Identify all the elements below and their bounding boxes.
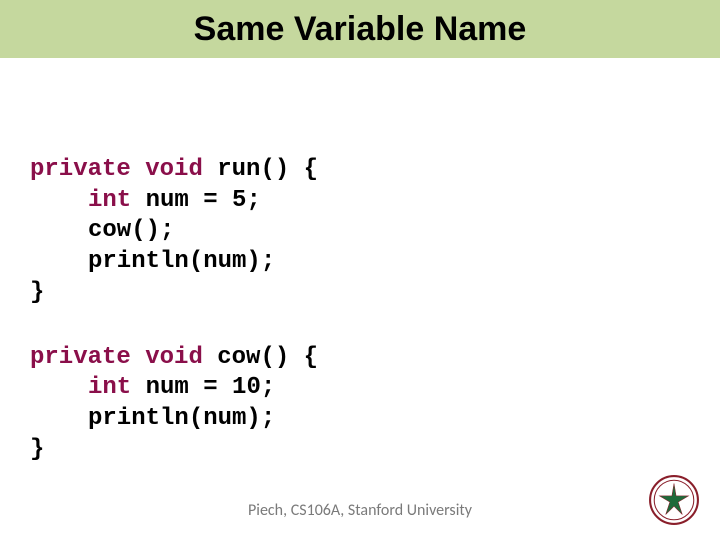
footer-text: Piech, CS106A, Stanford University: [0, 501, 720, 520]
code-line: private void cow() {: [30, 343, 318, 374]
code-block-run: private void run() { int num = 5; cow();…: [30, 155, 318, 309]
code-line: }: [30, 435, 318, 466]
code-area: private void run() { int num = 5; cow();…: [30, 155, 318, 499]
code-line: cow();: [30, 216, 318, 247]
code-line: private void run() {: [30, 155, 318, 186]
code-line: println(num);: [30, 247, 318, 278]
title-bar: Same Variable Name: [0, 0, 720, 58]
code-block-cow: private void cow() { int num = 10; print…: [30, 343, 318, 466]
slide-title: Same Variable Name: [194, 10, 527, 49]
code-line: }: [30, 278, 318, 309]
code-line: int num = 5;: [30, 186, 318, 217]
code-line: int num = 10;: [30, 373, 318, 404]
code-line: println(num);: [30, 404, 318, 435]
stanford-seal-icon: [648, 474, 700, 526]
